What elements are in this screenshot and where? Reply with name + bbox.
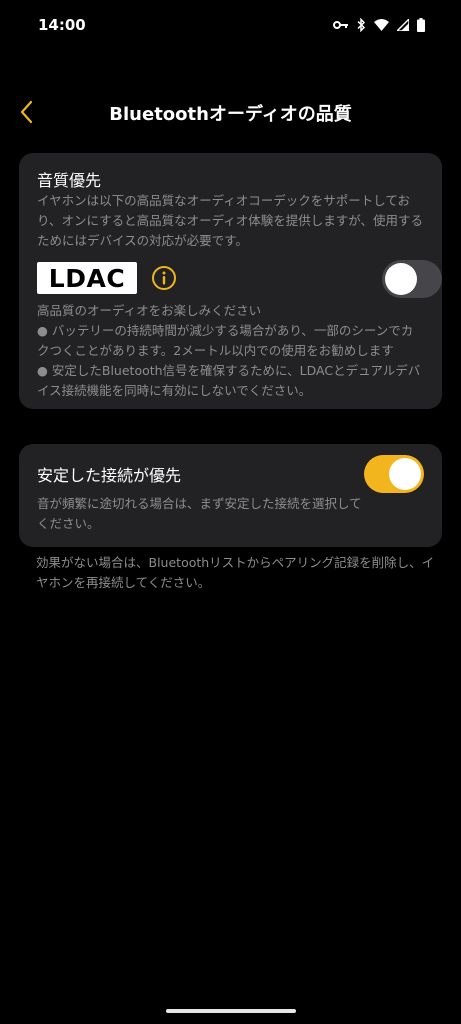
audio-quality-title: 音質優先 <box>37 171 102 190</box>
ldac-row: LDAC <box>37 259 442 299</box>
bluetooth-icon <box>357 18 366 32</box>
header: Bluetoothオーディオの品質 <box>0 92 461 132</box>
detail-line: ● 安定したBluetooth信号を確保するために、LDACとデュアルデバイス接… <box>37 363 421 398</box>
page-title: Bluetoothオーディオの品質 <box>109 104 352 125</box>
stable-connection-title: 安定した接続が優先 <box>37 466 182 485</box>
ldac-toggle[interactable] <box>382 260 442 298</box>
stable-connection-card: 安定した接続が優先 音が頻繁に途切れる場合は、まず安定した接続を選択してください… <box>19 444 442 547</box>
toggle-knob <box>385 263 417 295</box>
status-icons <box>333 16 425 34</box>
stable-connection-description: 音が頻繁に途切れる場合は、まず安定した接続を選択してください。 <box>37 496 362 531</box>
key-icon <box>333 21 348 29</box>
detail-line: ● バッテリーの持続時間が減少する場合があり、一部のシーンでカクつくことがありま… <box>37 323 414 358</box>
audio-quality-description: イヤホンは以下の高品質なオーディオコーデックをサポートしており、オンにすると高品… <box>37 193 424 248</box>
stable-connection-toggle[interactable] <box>364 455 424 493</box>
status-bar: 14:00 <box>0 0 461 52</box>
ldac-details: 高品質のオーディオをお楽しみください ● バッテリーの持続時間が減少する場合があ… <box>37 301 424 401</box>
battery-icon <box>417 18 425 32</box>
cellular-signal-icon <box>397 19 409 31</box>
info-icon[interactable] <box>151 265 177 291</box>
ldac-logo-text: LDAC <box>48 263 126 293</box>
footer-note: 効果がない場合は、Bluetoothリストからペアリング記録を削除し、イヤホンを… <box>36 555 435 590</box>
toggle-knob <box>389 458 421 490</box>
wifi-icon <box>374 19 389 31</box>
audio-quality-card: 音質優先 イヤホンは以下の高品質なオーディオコーデックをサポートしており、オンに… <box>19 153 442 409</box>
home-indicator[interactable] <box>166 1009 296 1013</box>
ldac-logo: LDAC <box>37 262 137 294</box>
detail-line: 高品質のオーディオをお楽しみください <box>37 303 262 318</box>
status-time: 14:00 <box>38 16 86 34</box>
